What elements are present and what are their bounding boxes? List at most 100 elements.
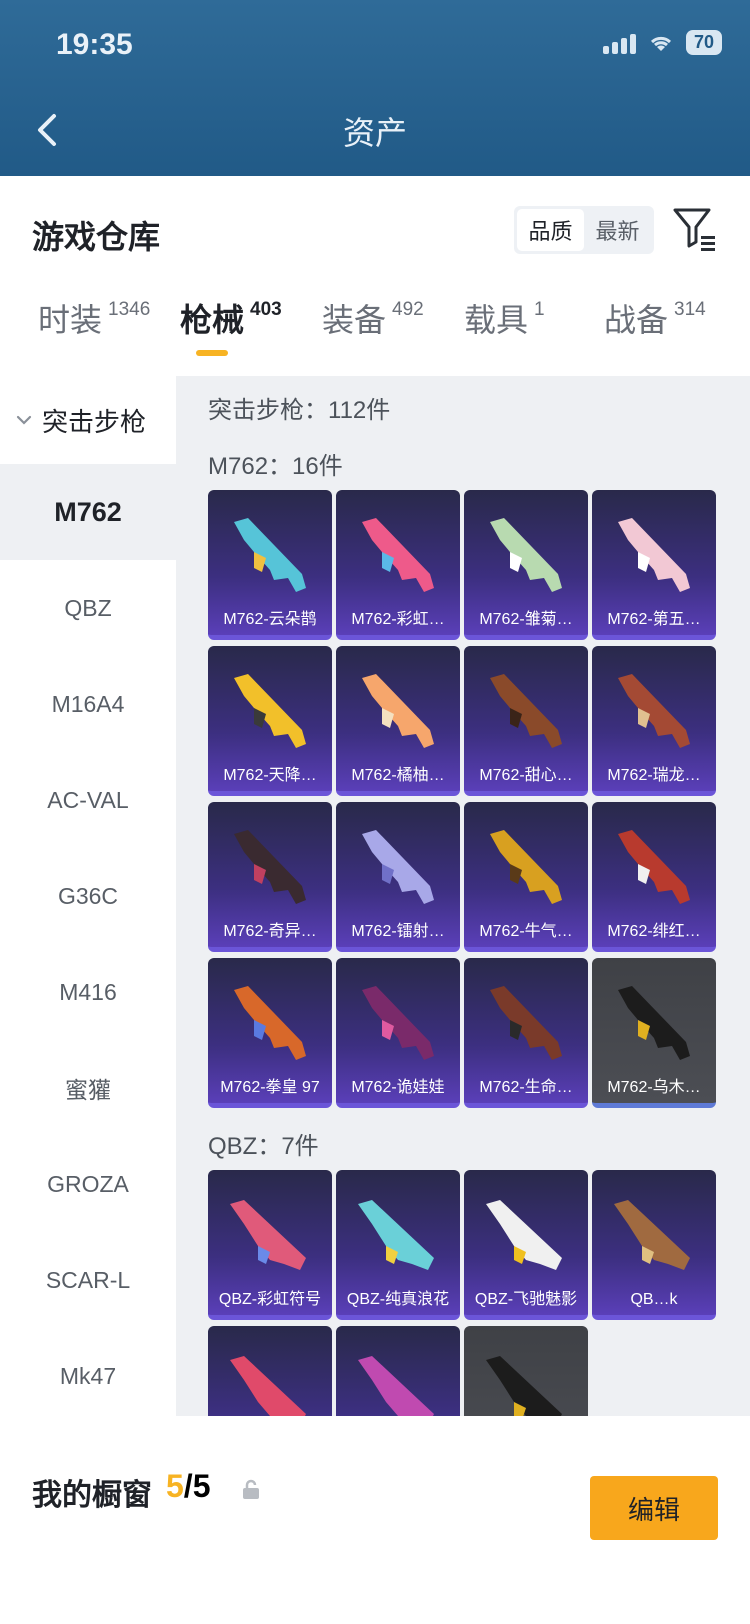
showcase-count: 5/5 [166,1468,210,1505]
sidebar-item-ac-val[interactable]: AC-VAL [0,752,176,848]
signal-icon [602,32,636,54]
weapon-sidebar: 突击步枪 M762 QBZ M16A4 AC-VAL G36C M416 蜜獾 … [0,376,176,1416]
top-bar: 19:35 70 资产 [0,0,750,176]
weapon-card[interactable] [464,1326,588,1416]
weapon-card[interactable]: M762-奇异… [208,802,332,952]
weapon-card[interactable]: QBZ-飞驰魅影 [464,1170,588,1320]
page-title: 资产 [342,115,407,151]
rifle-icon [486,1200,562,1270]
rifle-icon [358,1200,434,1270]
tab-label: 载具 [464,302,529,338]
status-time: 19:35 [56,28,133,61]
sidebar-item-mk47[interactable]: Mk47 [0,1328,176,1424]
weapon-card[interactable]: M762-诡娃娃 [336,958,460,1108]
rifle-icon [490,674,562,748]
sidebar-item-m16a4[interactable]: M16A4 [0,656,176,752]
warehouse-sheet: 游戏仓库 品质 最新 时装 1346 枪械 403 装备 492 载具 1 战备… [0,176,750,1624]
weapon-name: M762-甜心… [479,767,573,784]
showcase-total: /5 [183,1468,211,1504]
weapon-card[interactable]: QBZ-纯真浪花 [336,1170,460,1320]
sidebar-item-g36c[interactable]: G36C [0,848,176,944]
rifle-icon [234,986,306,1060]
weapon-card[interactable] [336,1326,460,1416]
tab-supplies[interactable]: 战备 314 [604,296,706,344]
tab-firearms[interactable]: 枪械 403 [180,296,282,344]
weapon-card[interactable]: M762-橘柚… [336,646,460,796]
weapon-grid: 突击步枪：112件 M762：16件 M762-云朵鹊 M762-彩虹… M76… [176,376,750,1416]
weapon-name: M762-镭射… [351,923,445,940]
tab-count: 1 [534,299,545,320]
weapon-name: QBZ-彩虹符号 [218,1291,322,1308]
weapon-card[interactable]: M762-瑞龙… [592,646,716,796]
rifle-icon [358,1356,434,1416]
showcase-label: 我的橱窗 [32,1479,152,1512]
rifle-icon [490,986,562,1060]
weapon-card[interactable]: M762-天降… [208,646,332,796]
weapon-card[interactable]: M762-生命… [464,958,588,1108]
filter-icon[interactable] [672,206,718,252]
rifle-icon [490,518,562,592]
weapon-card[interactable]: M762-牛气… [464,802,588,952]
weapon-name: M762-瑞龙… [607,767,701,784]
tab-count: 1346 [108,299,151,320]
weapon-name: QBZ-飞驰魅影 [474,1291,578,1308]
weapon-card[interactable]: QBZ-彩虹符号 [208,1170,332,1320]
weapon-card[interactable]: M762-雏菊… [464,490,588,640]
weapon-card[interactable] [208,1326,332,1416]
weapon-name: M762-诡娃娃 [351,1079,445,1096]
tab-label: 枪械 [180,302,245,338]
tab-label: 时装 [38,302,103,338]
weapon-name: M762-拳皇 97 [220,1079,320,1096]
rifle-icon [230,1356,306,1416]
sort-newest-button[interactable]: 最新 [584,209,651,251]
sidebar-group-assault-rifles[interactable]: 突击步枪 [0,376,176,464]
sidebar-item-m762[interactable]: M762 [0,464,176,560]
rifle-icon [486,1356,562,1416]
tab-equipment[interactable]: 装备 492 [322,296,424,344]
tab-vehicles[interactable]: 载具 1 [464,296,545,344]
weapon-card[interactable]: M762-第五… [592,490,716,640]
battery-icon: 70 [685,30,722,55]
chevron-down-icon [16,415,32,425]
rifle-icon [618,674,690,748]
sidebar-item-honey-badger[interactable]: 蜜獾 [0,1040,176,1136]
rifle-icon [362,986,434,1060]
weapon-name: QB…k [630,1291,678,1308]
weapon-name: M762-生命… [479,1079,573,1096]
sort-quality-button[interactable]: 品质 [517,209,584,251]
active-tab-indicator [196,350,228,356]
weapon-card[interactable]: M762-甜心… [464,646,588,796]
status-icons: 70 [602,30,722,55]
weapon-name: M762-牛气… [479,923,573,940]
rifle-icon [362,674,434,748]
weapon-card[interactable]: M762-拳皇 97 [208,958,332,1108]
sidebar-item-groza[interactable]: GROZA [0,1136,176,1232]
weapon-card[interactable]: M762-云朵鹊 [208,490,332,640]
edit-button[interactable]: 编辑 [590,1476,718,1540]
weapon-card[interactable]: M762-乌木… [592,958,716,1108]
tab-count: 492 [392,299,424,320]
lock-icon [243,1479,259,1499]
weapon-card[interactable]: M762-镭射… [336,802,460,952]
rifle-icon [230,1200,306,1270]
tab-count: 403 [250,299,282,320]
sidebar-item-m416[interactable]: M416 [0,944,176,1040]
weapon-name: M762-奇异… [223,923,317,940]
section-title-qbz: QBZ：7件 [208,1133,319,1160]
weapon-card[interactable]: QB…k [592,1170,716,1320]
weapon-name: M762-乌木… [607,1079,701,1096]
sidebar-item-scar-l[interactable]: SCAR-L [0,1232,176,1328]
rifle-icon [362,830,434,904]
tab-fashion[interactable]: 时装 1346 [38,296,150,344]
showcase-bar: 我的橱窗 5/5 编辑 [0,1418,750,1624]
weapon-card[interactable]: M762-彩虹… [336,490,460,640]
showcase-used: 5 [166,1468,184,1504]
sidebar-item-qbz[interactable]: QBZ [0,560,176,656]
tab-label: 装备 [322,302,387,338]
weapon-card[interactable]: M762-绯红… [592,802,716,952]
wifi-icon [650,36,672,51]
warehouse-title: 游戏仓库 [32,219,161,255]
weapon-name: M762-雏菊… [479,611,573,628]
rifle-icon [618,830,690,904]
rifle-icon [490,830,562,904]
